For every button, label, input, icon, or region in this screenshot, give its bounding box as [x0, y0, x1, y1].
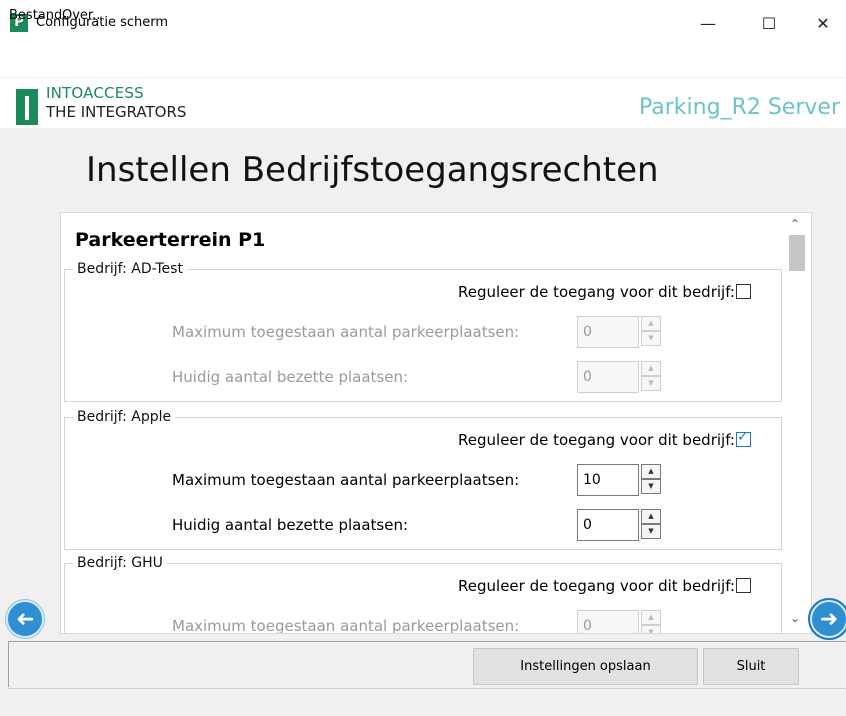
spin-down-icon[interactable]: ▼	[641, 376, 661, 391]
chevron-down-icon[interactable]: ⌄	[790, 611, 800, 625]
minimize-button[interactable]: —	[685, 0, 731, 46]
spin-up-icon[interactable]: ▲	[641, 361, 661, 376]
current-places-label: Huidig aantal bezette plaatsen:	[172, 516, 409, 534]
chevron-up-icon[interactable]: ⌃	[790, 217, 800, 231]
spin-up-icon[interactable]: ▲	[641, 464, 661, 479]
spin-up-icon[interactable]: ▲	[641, 316, 661, 331]
menu-item-bestand[interactable]: Bestand	[9, 7, 62, 24]
max-places-spinner[interactable]: ▲ ▼	[641, 316, 661, 346]
max-places-label: Maximum toegestaan aantal parkeerplaatse…	[172, 323, 520, 341]
close-button[interactable]: Sluit	[703, 648, 799, 685]
status-bar	[8, 688, 846, 716]
spin-down-icon[interactable]: ▼	[641, 331, 661, 346]
current-places-input[interactable]: 0	[577, 509, 639, 541]
regulate-label: Reguleer de toegang voor dit bedrijf:	[458, 577, 735, 595]
regulate-checkbox[interactable]	[736, 578, 751, 593]
max-places-value: 0	[583, 618, 592, 634]
company-group-ad-test: Bedrijf: AD-Test Reguleer de toegang voo…	[64, 260, 782, 402]
company-legend: Bedrijf: Apple	[73, 408, 176, 426]
spin-up-icon[interactable]: ▲	[641, 610, 661, 625]
current-places-label: Huidig aantal bezette plaatsen:	[172, 368, 409, 386]
current-places-spinner[interactable]: ▲ ▼	[641, 361, 661, 391]
spin-down-icon[interactable]: ▼	[641, 479, 661, 494]
current-places-value: 0	[583, 369, 592, 385]
max-places-value: 0	[583, 324, 592, 340]
brand-tagline: THE INTEGRATORS	[46, 103, 187, 121]
max-places-input[interactable]: 0	[577, 610, 639, 634]
menu-item-over[interactable]: Over..	[62, 7, 100, 24]
spin-down-icon[interactable]: ▼	[641, 524, 661, 539]
logo-bar	[25, 96, 29, 120]
max-places-spinner[interactable]: ▲ ▼	[641, 464, 661, 494]
max-places-input[interactable]: 0	[577, 316, 639, 348]
max-places-input[interactable]: 10	[577, 464, 639, 496]
current-places-value: 0	[583, 517, 592, 533]
current-places-spinner[interactable]: ▲ ▼	[641, 509, 661, 539]
max-places-spinner[interactable]: ▲ ▼	[641, 610, 661, 633]
previous-button[interactable]: ➜	[6, 600, 44, 638]
page-title: Instellen Bedrijfstoegangsrechten	[86, 150, 659, 190]
company-legend: Bedrijf: GHU	[73, 554, 167, 572]
regulate-label: Reguleer de toegang voor dit bedrijf:	[458, 431, 735, 449]
spin-down-icon[interactable]: ▼	[641, 625, 661, 633]
settings-panel: Parkeerterrein P1 Bedrijf: AD-Test Regul…	[60, 212, 812, 634]
max-places-value: 10	[583, 472, 601, 488]
company-legend: Bedrijf: AD-Test	[73, 260, 187, 278]
current-places-input[interactable]: 0	[577, 361, 639, 393]
max-places-label: Maximum toegestaan aantal parkeerplaatse…	[172, 471, 520, 489]
vertical-scrollbar[interactable]: ⌃ ⌄	[782, 213, 811, 633]
regulate-label: Reguleer de toegang voor dit bedrijf:	[458, 283, 735, 301]
arrow-left-icon: ➜	[15, 606, 35, 632]
next-button[interactable]: ➜	[808, 598, 846, 640]
save-settings-button[interactable]: Instellingen opslaan	[473, 648, 698, 685]
regulate-checkbox[interactable]	[736, 284, 751, 299]
menu-bar	[0, 46, 846, 78]
company-group-ghu: Bedrijf: GHU Reguleer de toegang voor di…	[64, 554, 782, 634]
brand-name: INTOACCESS	[46, 84, 144, 102]
close-window-button[interactable]: ✕	[800, 0, 846, 46]
server-name: Parking_R2 Server	[639, 95, 840, 120]
spin-up-icon[interactable]: ▲	[641, 509, 661, 524]
section-title: Parkeerterrein P1	[75, 229, 266, 251]
scroll-thumb[interactable]	[789, 235, 805, 271]
maximize-button[interactable]: ☐	[746, 0, 792, 46]
regulate-checkbox[interactable]	[736, 429, 751, 447]
company-group-apple: Bedrijf: Apple Reguleer de toegang voor …	[64, 408, 782, 550]
arrow-right-icon: ➜	[819, 606, 839, 632]
max-places-label: Maximum toegestaan aantal parkeerplaatse…	[172, 617, 520, 634]
